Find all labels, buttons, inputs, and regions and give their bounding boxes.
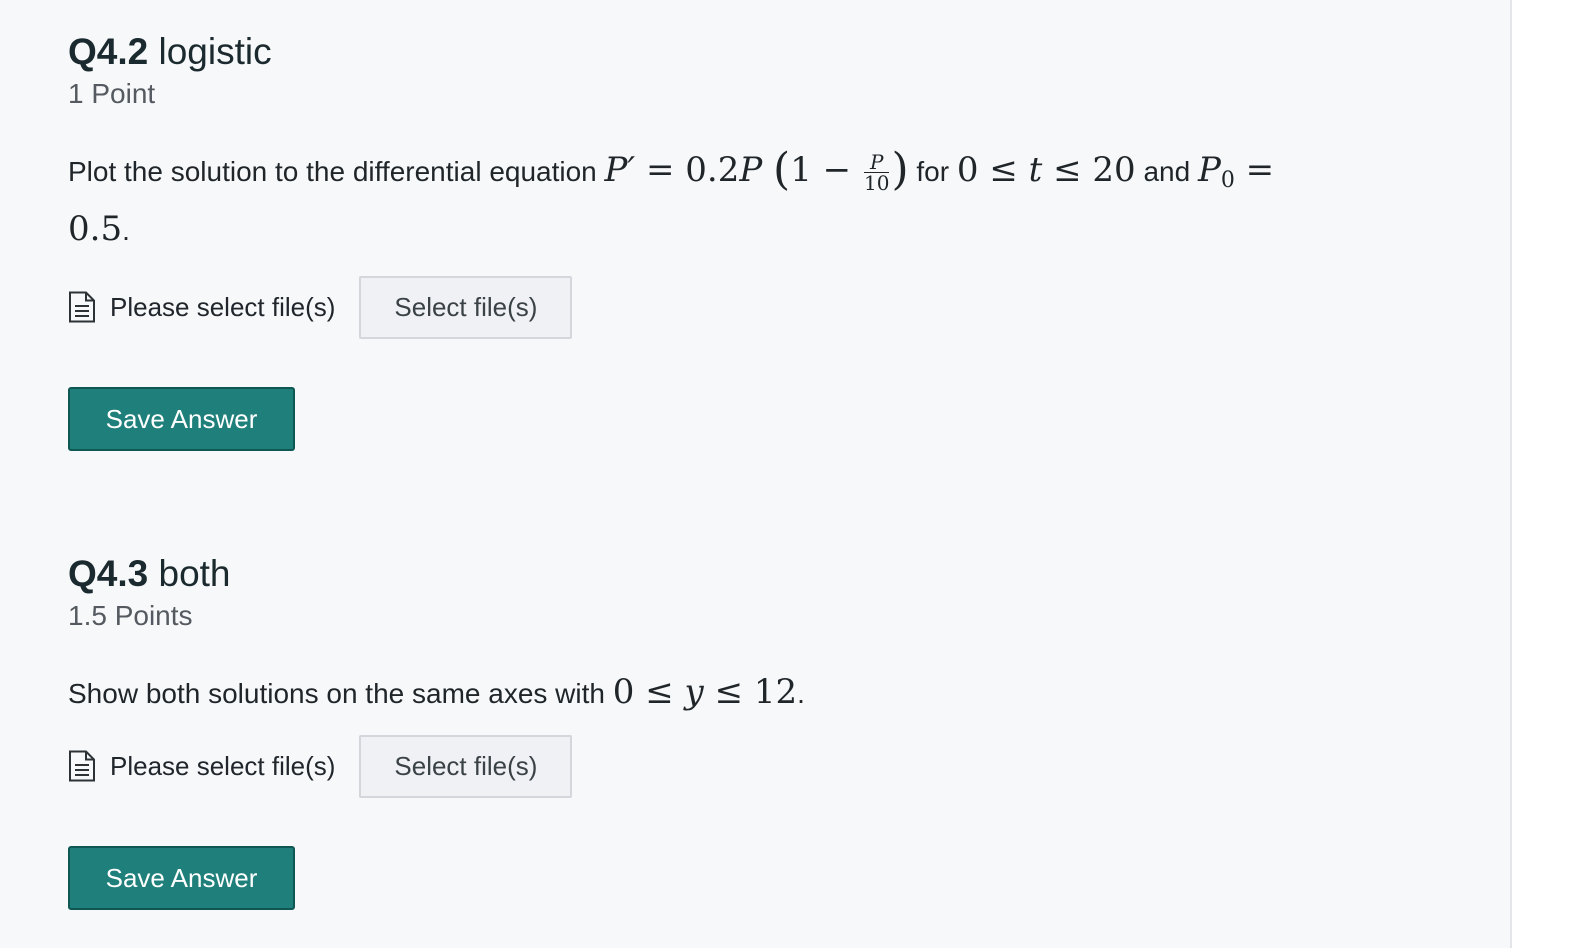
question-q4-2: Q4.2 logistic 1 Point Plot the solution … [68,28,1274,451]
eq-coef: 0.2 [685,150,740,190]
select-files-button[interactable]: Select file(s) [359,734,573,798]
y-range: 0 ≤ y ≤ 12 [613,672,797,712]
questions-panel: Q4.2 logistic 1 Point Plot the solution … [0,0,1512,948]
fraction-denominator: 10 [863,170,890,195]
eq-minus: − [822,150,852,190]
range-var: t [1028,150,1043,190]
document-icon [69,750,95,782]
question-prompt: Plot the solution to the differential eq… [68,146,1274,255]
prompt-period: . [122,215,130,246]
range-low: 0 [612,672,635,712]
time-range: 0 ≤ t ≤ 20 [957,150,1136,190]
range-le-1: ≤ [645,672,674,712]
question-number: Q4.2 [68,31,149,72]
range-high: 20 [1092,150,1136,190]
question-points: 1 Point [68,78,156,109]
save-answer-button[interactable]: Save Answer [68,387,295,451]
fraction-numerator: P [863,152,890,173]
page: Q4.2 logistic 1 Point Plot the solution … [0,0,1576,948]
save-answer-button[interactable]: Save Answer [68,846,295,910]
initial-var: P [1197,150,1221,190]
question-points: 1.5 Points [68,600,193,631]
prompt-period: . [797,678,805,709]
prompt-text: Show both solutions on the same axes wit… [68,678,605,709]
initial-eq: = [1245,150,1275,190]
eq-var: P [739,150,763,190]
question-prompt: Show both solutions on the same axes wit… [68,668,805,718]
range-var: y [684,672,704,712]
range-le-2: ≤ [714,672,744,712]
question-title: Q4.2 logistic [68,28,1274,76]
question-title: Q4.3 both [68,550,805,598]
range-low: 0 [956,150,979,190]
connector-and: and [1143,156,1191,187]
range-le-2: ≤ [1053,150,1082,190]
initial-value: 0.5 [68,209,123,249]
range-high: 12 [753,672,798,712]
range-le-1: ≤ [989,150,1018,190]
prompt-text: Plot the solution to the differential eq… [68,156,597,187]
file-upload-row: Please select file(s) Select file(s) [68,275,1274,339]
select-files-button[interactable]: Select file(s) [359,275,573,339]
eq-fraction: P 10 [863,152,890,195]
question-number: Q4.3 [68,553,149,594]
connector-for: for [916,156,950,187]
eq-sign: = [645,150,675,190]
question-name: both [158,553,231,594]
eq-lhs: P′ [604,150,636,190]
document-icon [69,291,95,323]
eq-one: 1 [790,150,812,190]
initial-subscript: 0 [1220,168,1235,193]
eq-open-paren: ( [773,144,791,195]
question-q4-3: Q4.3 both 1.5 Points Show both solutions… [68,550,805,910]
eq-close-paren: ) [891,144,909,195]
file-status: Please select file(s) [110,750,336,781]
question-name: logistic [158,31,272,72]
initial-condition: P0 = [1197,150,1275,193]
file-status: Please select file(s) [110,291,336,322]
file-upload-row: Please select file(s) Select file(s) [68,734,805,798]
differential-equation: P′ = 0.2P (1 − P 10) [604,146,909,195]
